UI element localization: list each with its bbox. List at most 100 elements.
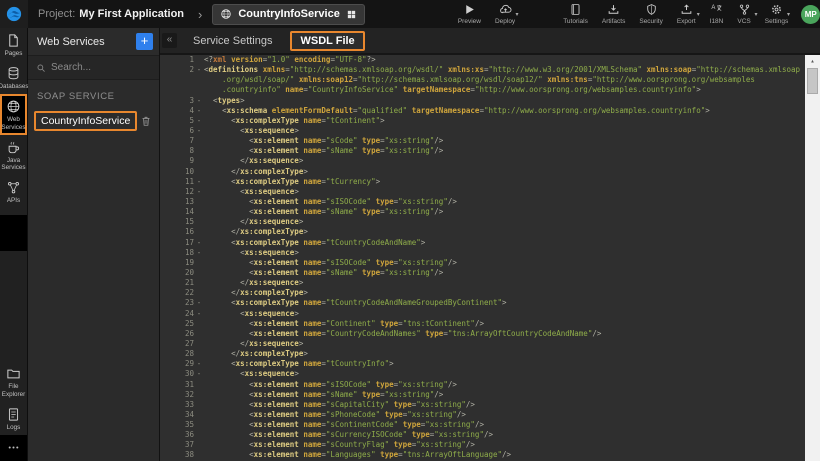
line-number: 15 — [160, 217, 194, 227]
service-name: CountryInfoService — [34, 111, 137, 131]
wsdl-code-editor[interactable]: 1<?xml version="1.0" encoding="UTF-8"?>2… — [160, 55, 820, 461]
code-row: 25 <xs:element name="Continent" type="tn… — [160, 319, 805, 329]
vcs-button[interactable]: ▾VCS — [730, 0, 757, 28]
code-text: </xs:complexType> — [204, 167, 805, 177]
coffee-icon — [6, 140, 21, 155]
fold-marker — [194, 227, 204, 237]
code-row: 34 <xs:element name="sPhoneCode" type="x… — [160, 410, 805, 420]
editor-scrollbar[interactable]: ▴ — [805, 55, 820, 461]
fold-marker[interactable]: - — [194, 116, 204, 126]
fold-marker[interactable]: - — [194, 106, 204, 116]
fold-marker[interactable]: - — [194, 369, 204, 379]
fold-marker[interactable]: - — [194, 187, 204, 197]
code-text: <xs:sequence> — [204, 126, 805, 136]
sidebar-item-web-services[interactable]: WebServices — [0, 94, 27, 134]
i18n-button[interactable]: AI18N — [703, 0, 731, 28]
line-number: 26 — [160, 329, 194, 339]
code-row: 22 </xs:complexType> — [160, 288, 805, 298]
fold-marker[interactable]: - — [194, 65, 204, 75]
sidebar-item-pages[interactable]: Pages — [0, 28, 27, 61]
tutorials-button[interactable]: Tutorials — [556, 0, 595, 28]
code-text: <xs:complexType name="tContinent"> — [204, 116, 805, 126]
sidebar-item-databases[interactable]: Databases — [0, 61, 27, 94]
left-rail-bottom-items: FileExplorerLogs — [0, 361, 27, 435]
sidebar-item-apis[interactable]: APIs — [0, 175, 27, 208]
soap-service-section-label: SOAP SERVICE — [28, 80, 159, 109]
settings-button[interactable]: ▾Settings — [758, 0, 796, 28]
code-text: <xs:sequence> — [204, 369, 805, 379]
line-number: 16 — [160, 227, 194, 237]
export-button[interactable]: ▾Export — [670, 0, 703, 28]
sidebar-item-label: WebServices — [1, 116, 25, 130]
line-number: 25 — [160, 319, 194, 329]
globe-icon — [220, 8, 232, 20]
line-number: 22 — [160, 288, 194, 298]
chevron-down-icon: ▾ — [516, 11, 519, 18]
add-service-button[interactable]: + — [136, 33, 153, 50]
search-input[interactable] — [51, 62, 141, 73]
fold-marker[interactable]: - — [194, 359, 204, 369]
line-number: 7 — [160, 136, 194, 146]
sidebar-item-label: Pages — [5, 50, 23, 57]
fold-marker[interactable]: - — [194, 298, 204, 308]
tab-wsdl-file[interactable]: WSDL File — [290, 31, 364, 51]
artifacts-button[interactable]: Artifacts — [595, 0, 632, 28]
fold-marker[interactable]: - — [194, 309, 204, 319]
line-number — [160, 75, 194, 85]
code-rows: 1<?xml version="1.0" encoding="UTF-8"?>2… — [160, 55, 805, 461]
cloud-icon — [499, 3, 512, 16]
project-label: Project: — [38, 8, 75, 20]
code-text: <xs:sequence> — [204, 248, 805, 258]
sidebar-item-label: JavaServices — [1, 157, 25, 171]
tab-service-settings[interactable]: Service Settings — [185, 33, 280, 49]
code-row: 38 <xs:element name="Languages" type="tn… — [160, 450, 805, 460]
user-avatar[interactable]: MP — [801, 5, 820, 24]
code-text: <xs:element name="Languages" type="tns:A… — [204, 450, 805, 460]
line-number: 8 — [160, 146, 194, 156]
code-text: <xs:complexType name="tCurrency"> — [204, 177, 805, 187]
security-label: Security — [639, 18, 662, 25]
code-text: .countryinfo" name="CountryInfoService" … — [204, 85, 805, 95]
app-logo[interactable] — [0, 0, 28, 28]
deploy-button[interactable]: ▾Deploy — [488, 0, 522, 28]
security-button[interactable]: Security — [632, 0, 669, 28]
fold-marker[interactable]: - — [194, 177, 204, 187]
sidebar-item-file-explorer[interactable]: FileExplorer — [0, 361, 27, 401]
code-text: <xs:element name="sName" type="xs:string… — [204, 146, 805, 156]
scroll-up-icon[interactable]: ▴ — [805, 55, 820, 67]
more-options-button[interactable] — [0, 435, 27, 461]
fold-marker — [194, 75, 204, 85]
line-number: 6 — [160, 126, 194, 136]
code-text: <xs:element name="sName" type="xs:string… — [204, 207, 805, 217]
open-service-tab[interactable]: CountryInfoService — [212, 4, 364, 25]
sidebar-item-logs[interactable]: Logs — [0, 402, 27, 435]
code-text: </xs:sequence> — [204, 339, 805, 349]
scrollbar-thumb[interactable] — [807, 68, 818, 94]
line-number: 2 — [160, 65, 194, 75]
code-text: .org/wsdl/soap/" xmlns:soap12="http://sc… — [204, 75, 805, 85]
service-list: CountryInfoService — [28, 109, 159, 133]
chevron-down-icon: ▾ — [787, 11, 790, 18]
web-services-panel: Web Services + SOAP SERVICE CountryInfoS… — [28, 28, 160, 461]
fold-marker — [194, 258, 204, 268]
sidebar-item-label: APIs — [7, 197, 20, 204]
code-text: </xs:complexType> — [204, 288, 805, 298]
service-list-item[interactable]: CountryInfoService — [28, 109, 159, 133]
fold-marker — [194, 349, 204, 359]
fold-marker[interactable]: - — [194, 96, 204, 106]
code-row: 4- <xs:schema elementFormDefault="qualif… — [160, 106, 805, 116]
code-text: <xs:schema elementFormDefault="qualified… — [204, 106, 805, 116]
collapse-panel-button[interactable]: « — [162, 33, 177, 48]
preview-button[interactable]: Preview — [451, 0, 488, 28]
panel-title: Web Services — [37, 36, 105, 48]
fold-marker[interactable]: - — [194, 248, 204, 258]
sidebar-item-java-services[interactable]: JavaServices — [0, 135, 27, 175]
fold-marker — [194, 400, 204, 410]
chevron-right-icon: › — [198, 7, 202, 22]
delete-service-button[interactable] — [140, 115, 152, 127]
shield-icon — [645, 3, 658, 16]
fold-marker[interactable]: - — [194, 238, 204, 248]
code-text: </xs:sequence> — [204, 156, 805, 166]
fold-marker[interactable]: - — [194, 126, 204, 136]
grid-icon — [346, 9, 357, 20]
